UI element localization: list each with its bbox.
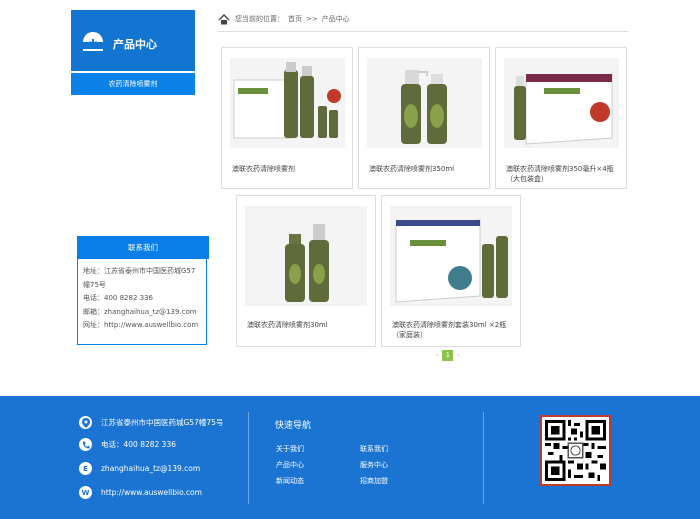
product-card[interactable]: 澳联农药清除喷雾剂 (221, 47, 353, 189)
category-title: 产品中心 (113, 38, 157, 51)
footer-divider (483, 412, 484, 504)
home-icon (218, 13, 230, 24)
contact-address-line2: 幢75号 (83, 280, 106, 289)
email-icon: E (79, 462, 92, 475)
footer-address: 江苏省泰州市中国医药城G57幢75号 (79, 416, 223, 429)
footer-link-contact[interactable]: 联系我们 (360, 444, 388, 454)
product-name[interactable]: 澳联农药清除喷雾剂 (232, 164, 350, 174)
footer-phone-text: 电话：400 8282 336 (101, 440, 176, 449)
location-pin-icon (79, 416, 92, 429)
product-name[interactable]: 澳联农药清除喷雾剂30ml (247, 320, 365, 330)
footer-website: W http://www.auswellbio.com (79, 486, 202, 499)
footer-phone: 电话：400 8282 336 (79, 438, 176, 451)
product-card[interactable]: 澳联农药清除喷雾剂30ml (236, 195, 376, 347)
breadcrumb-home-link[interactable]: 首页 (288, 14, 302, 24)
footer-email-text[interactable]: zhanghaihua_tz@139.com (101, 464, 200, 473)
product-card[interactable]: 澳联农药清除喷雾剂350毫升×4瓶（大包装盒） (495, 47, 627, 189)
website-icon: W (79, 486, 92, 499)
page: 产品中心 农药清除喷雾剂 联系我们 地址：江苏省泰州市中国医药城G57 幢75号… (0, 0, 700, 519)
footer-website-text[interactable]: http://www.auswellbio.com (101, 488, 202, 497)
product-card[interactable]: 澳联农药清除喷雾剂套装30ml ×2瓶（家庭装） (381, 195, 521, 347)
footer-address-text: 江苏省泰州市中国医药城G57幢75号 (101, 418, 224, 427)
contact-address-line1: 地址：江苏省泰州市中国医药城G57 (83, 267, 196, 275)
phone-icon (79, 438, 92, 451)
product-card[interactable]: 澳联农药清除喷雾剂350ml (358, 47, 490, 189)
footer-link-join[interactable]: 招商加盟 (360, 476, 388, 486)
footer-link-news[interactable]: 新闻动态 (276, 476, 304, 486)
pager-next[interactable]: › (457, 352, 459, 359)
pager-prev[interactable]: ‹ (436, 352, 438, 359)
product-image[interactable] (504, 58, 619, 148)
contact-info: 地址：江苏省泰州市中国医药城G57 幢75号 电话：400 8282 336 邮… (77, 259, 207, 345)
product-name[interactable]: 澳联农药清除喷雾剂350ml (369, 164, 487, 174)
footer-link-products[interactable]: 产品中心 (276, 460, 304, 470)
pager-current-page[interactable]: 1 (442, 350, 454, 361)
product-image[interactable] (230, 58, 345, 148)
quick-nav-title: 快速导航 (275, 421, 312, 431)
qr-code (540, 415, 611, 486)
product-image[interactable] (367, 58, 482, 148)
breadcrumb-prefix: 您当前的位置： (235, 15, 284, 23)
footer-link-about[interactable]: 关于我们 (276, 444, 304, 454)
tree-logo-icon (83, 32, 103, 51)
breadcrumb-current: 产品中心 (321, 15, 350, 23)
breadcrumb: 您当前的位置： 首页 >> 产品中心 (218, 11, 354, 27)
category-item-spray[interactable]: 农药清除喷雾剂 (71, 73, 195, 95)
breadcrumb-separator: >> (306, 15, 318, 23)
breadcrumb-divider (218, 31, 628, 32)
contact-website: 网址：http://www.auswellbio.com (83, 321, 199, 329)
product-name[interactable]: 澳联农药清除喷雾剂350毫升×4瓶（大包装盒） (506, 164, 624, 184)
pagination: ‹ 1 › (436, 350, 460, 361)
product-image[interactable] (390, 206, 512, 306)
contact-phone: 电话：400 8282 336 (83, 294, 153, 302)
footer-link-service[interactable]: 服务中心 (360, 460, 388, 470)
category-header: 产品中心 (71, 10, 195, 71)
contact-email: 邮箱：zhanghaihua_tz@139.com (83, 307, 197, 316)
footer: 江苏省泰州市中国医药城G57幢75号 电话：400 8282 336 E zha… (0, 396, 700, 519)
contact-title: 联系我们 (77, 236, 209, 259)
footer-divider (248, 412, 249, 504)
product-image[interactable] (245, 206, 367, 306)
product-name[interactable]: 澳联农药清除喷雾剂套装30ml ×2瓶（家庭装） (392, 320, 510, 340)
footer-email: E zhanghaihua_tz@139.com (79, 462, 200, 475)
